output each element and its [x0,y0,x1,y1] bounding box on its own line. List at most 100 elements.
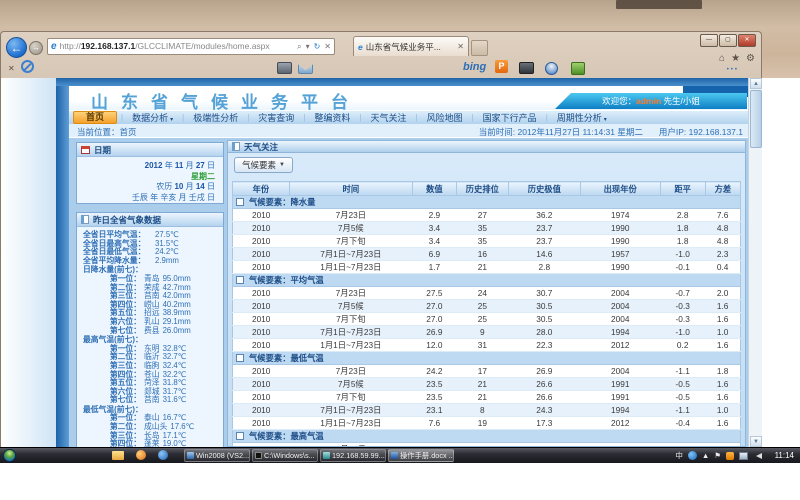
nav-item-2[interactable]: 极端性分析 [184,111,247,124]
ime-indicator[interactable]: 中 [675,450,683,461]
table-cell: 1957 [580,248,660,261]
table-cell: 25 [456,313,508,326]
table-cell: 2010 [233,235,290,248]
tools-gear-icon[interactable]: ⚙ [746,53,755,64]
table-cell: 17 [456,365,508,378]
forward-button[interactable]: → [29,41,43,55]
taskbar-clock[interactable]: 11:14 [775,451,794,460]
climate-element-filter-button[interactable]: 气候要素 ▼ [234,157,293,173]
security-alert-icon[interactable] [726,452,734,460]
column-header: 年份 [233,182,290,196]
tab-close-icon[interactable]: ✕ [457,42,464,51]
favorites-star-icon[interactable]: ★ [731,53,740,64]
browser-tab[interactable]: e 山东省气候业务平... ✕ [353,36,469,56]
new-tab-button[interactable] [471,40,488,56]
table-cell: 2010 [233,391,290,404]
bing-logo[interactable]: bing [463,61,486,73]
show-hidden-icons-button[interactable]: ▲ [702,451,709,460]
camera-addon-icon[interactable] [277,62,292,74]
nav-item-0[interactable]: 首页 [73,111,117,124]
network-status-icon[interactable] [739,452,748,460]
nav-item-4[interactable]: 整编资料 [305,111,359,124]
blocked-content-icon[interactable] [21,60,34,73]
column-header: 历史排位 [456,182,508,196]
taskbar-button[interactable]: Win2008 (VS2... [184,449,250,462]
refresh-icon[interactable]: ↻ [314,39,321,54]
table-cell: 1.8 [705,365,740,378]
back-button[interactable]: ← [6,37,27,58]
table-cell: 24.3 [508,404,580,417]
stop-icon[interactable]: ✕ [324,39,331,54]
snapshot-addon-icon[interactable] [519,62,534,74]
network-globe-icon[interactable] [688,451,697,460]
table-cell: 2010 [233,417,290,430]
media-player-icon[interactable] [136,450,146,460]
table-cell: -0.3 [660,313,705,326]
nav-item-3[interactable]: 灾害查询 [249,111,303,124]
scrollbar-thumb[interactable] [750,90,762,148]
welcome-suffix: 先生/小姐 [661,96,700,106]
table-cell: 1.0 [705,326,740,339]
table-cell: 7月1日~7月23日 [289,248,412,261]
taskbar-button[interactable]: C:\Windows\s... [252,449,318,462]
station-name: 蓬莱 [144,440,160,447]
address-bar[interactable]: e http://192.168.137.1/GLCCLIMATE/module… [47,38,335,55]
taskbar-button[interactable]: 192.168.59.99... [320,449,386,462]
weather-table-body: 气候要素：降水量20107月23日2.92736.219742.87.62010… [233,196,741,448]
community-addon-icon[interactable] [571,62,585,75]
table-cell: 2010 [233,300,290,313]
chevron-down-icon[interactable]: ▾ [306,39,310,54]
current-time: 当前时间: 2012年11月27日 11:14:31 星期二 [479,126,643,138]
home-icon[interactable]: ⌂ [719,53,725,64]
volume-icon[interactable] [753,453,762,459]
table-cell: 2012 [580,339,660,352]
search-icon[interactable]: ⌕ [297,39,301,54]
collapse-toggle-icon[interactable] [236,432,244,440]
more-addons-icon[interactable]: ••• [727,67,739,73]
gregorian-date: 2012 年 11 月 27 日 [77,161,215,172]
maximize-button[interactable]: ▢ [719,34,737,47]
vertical-scrollbar[interactable]: ▲ ▼ [748,78,762,447]
table-header-row: 年份时间数值历史排位历史极值出现年份距平方差 [233,182,741,196]
table-cell: 2010 [233,261,290,274]
table-row: 20107月5候3.43523.719901.84.8 [233,222,741,235]
table-cell: 2.3 [705,248,740,261]
breadcrumb-bar: 当前位置：首页 当前时间: 2012年11月27日 11:14:31 星期二 用… [69,124,749,138]
content-area: 日期 2012 年 11 月 27 日 星期二 农历 10 月 14 日 壬辰 … [69,138,749,447]
window-caption-buttons: — ▢ ✕ [699,34,756,47]
minimize-button[interactable]: — [700,34,718,47]
addon-bar-close-icon[interactable]: ✕ [8,64,15,73]
scroll-up-arrow-icon[interactable]: ▲ [750,78,762,89]
collapse-toggle-icon[interactable] [236,354,244,362]
nav-item-1[interactable]: 数据分析▾ [123,111,182,124]
station-value: 19.0℃ [163,440,187,447]
nav-item-5[interactable]: 天气关注 [361,111,415,124]
table-cell: 4.8 [705,235,740,248]
nav-item-6[interactable]: 风险地图 [418,111,472,124]
collapse-toggle-icon[interactable] [236,276,244,284]
mail-addon-icon[interactable] [298,62,313,74]
scroll-down-arrow-icon[interactable]: ▼ [750,436,762,447]
table-cell: 26.6 [508,378,580,391]
explorer-folder-icon[interactable] [112,451,124,460]
table-cell: 0.2 [660,339,705,352]
messenger-addon-icon[interactable] [545,62,558,75]
bing-badge-icon[interactable]: P [495,60,508,73]
taskbar-button[interactable]: 操作手册.docx ... [388,449,454,462]
collapse-toggle-icon[interactable] [236,198,244,206]
station-name: 莒南 [144,396,160,405]
close-button[interactable]: ✕ [738,34,756,47]
nav-item-7[interactable]: 国家下行产品 [474,111,546,124]
console-icon [255,452,262,459]
nav-item-8[interactable]: 周期性分析▾ [548,111,616,124]
start-button[interactable] [3,449,16,462]
table-cell: -1.0 [660,326,705,339]
filter-button-label: 气候要素 [242,159,276,171]
rank-row: 第七位：莒南31.6℃ [83,396,219,405]
table-row: 20107月23日24.21726.92004-1.11.8 [233,365,741,378]
rank-label: 第七位： [83,327,141,336]
browser-icon[interactable] [158,450,168,460]
action-center-flag-icon[interactable]: ⚑ [714,451,721,460]
column-header: 距平 [660,182,705,196]
table-cell: 1.6 [705,417,740,430]
